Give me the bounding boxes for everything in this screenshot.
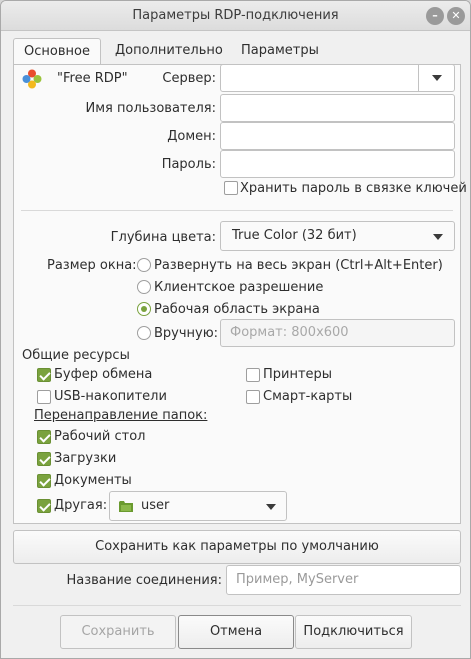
clipboard-checkbox[interactable] <box>37 368 51 382</box>
smartcards-label[interactable]: Смарт-карты <box>263 389 352 404</box>
server-combo[interactable] <box>220 64 455 92</box>
close-button[interactable]: ✕ <box>447 7 465 25</box>
tab-advanced[interactable]: Дополнительно <box>105 38 233 65</box>
client-resolution-radio[interactable] <box>137 280 151 294</box>
connection-name-input[interactable]: Пример, MyServer <box>226 565 461 595</box>
cancel-button[interactable]: Отмена <box>178 615 294 649</box>
connection-name-label: Название соединения: <box>66 573 222 588</box>
minimize-button[interactable]: – <box>426 7 444 25</box>
shared-resources-heading: Общие ресурсы <box>22 348 130 363</box>
tab-bar: Основное Дополнительно Параметры произво… <box>13 38 461 84</box>
other-folder-value: user <box>141 498 170 513</box>
manual-size-radio[interactable] <box>137 326 151 340</box>
app-name: "Free RDP" <box>57 71 128 86</box>
window-size-label: Размер окна: <box>47 258 137 273</box>
save-as-default-button[interactable]: Сохранить как параметры по умолчанию <box>13 530 461 564</box>
manual-size-input[interactable]: Формат: 800x600 <box>220 319 455 347</box>
save-password-checkbox[interactable] <box>224 181 238 195</box>
rdp-settings-dialog: Параметры RDP-подключения – ✕ Основное Д… <box>0 0 471 659</box>
color-depth-label: Глубина цвета: <box>110 230 216 245</box>
tab-performance[interactable]: Параметры производительности <box>231 38 461 84</box>
usb-label[interactable]: USB-накопители <box>54 389 167 404</box>
separator <box>13 605 461 606</box>
save-button[interactable]: Сохранить <box>60 615 176 649</box>
folder-icon <box>119 501 133 512</box>
fullscreen-label[interactable]: Развернуть на весь экран (Ctrl+Alt+Enter… <box>154 258 443 273</box>
other-folder-checkbox[interactable] <box>37 499 51 513</box>
documents-label[interactable]: Документы <box>54 473 132 488</box>
other-folder-chooser[interactable]: user <box>109 491 287 521</box>
documents-checkbox[interactable] <box>37 474 51 488</box>
password-label: Пароль: <box>161 157 216 172</box>
desktop-label[interactable]: Рабочий стол <box>54 429 145 444</box>
downloads-checkbox[interactable] <box>37 452 51 466</box>
password-input[interactable] <box>220 150 455 178</box>
username-label: Имя пользователя: <box>85 101 216 116</box>
other-folder-label[interactable]: Другая: <box>54 498 107 513</box>
color-depth-dropdown[interactable]: True Color (32 бит) <box>220 221 455 251</box>
connect-button[interactable]: Подключиться <box>295 615 412 649</box>
fullscreen-radio[interactable] <box>137 258 151 272</box>
smartcards-checkbox[interactable] <box>246 390 260 404</box>
chevron-down-icon <box>266 504 276 510</box>
workarea-radio[interactable] <box>137 302 151 316</box>
client-resolution-label[interactable]: Клиентское разрешение <box>154 280 323 295</box>
chevron-down-icon <box>433 234 443 240</box>
usb-checkbox[interactable] <box>37 390 51 404</box>
desktop-checkbox[interactable] <box>37 430 51 444</box>
printers-label[interactable]: Принтеры <box>263 367 332 382</box>
domain-input[interactable] <box>220 122 455 150</box>
server-label: Сервер: <box>162 71 216 86</box>
chevron-down-icon <box>432 75 442 81</box>
username-input[interactable] <box>220 94 455 122</box>
color-depth-value: True Color (32 бит) <box>232 228 357 243</box>
domain-label: Домен: <box>167 129 216 144</box>
clipboard-label[interactable]: Буфер обмена <box>54 367 152 382</box>
folder-redirect-heading: Перенаправление папок: <box>34 408 208 423</box>
workarea-label[interactable]: Рабочая область экрана <box>154 302 320 317</box>
manual-size-label[interactable]: Вручную: <box>154 326 218 341</box>
printers-checkbox[interactable] <box>246 368 260 382</box>
separator <box>21 210 453 211</box>
save-password-label[interactable]: Хранить пароль в связке ключей <box>240 181 467 196</box>
downloads-label[interactable]: Загрузки <box>54 451 116 466</box>
titlebar: Параметры RDP-подключения – ✕ <box>1 1 470 31</box>
freerdp-logo-icon <box>22 69 42 89</box>
window-title: Параметры RDP-подключения <box>132 8 339 23</box>
tab-basic[interactable]: Основное <box>13 38 101 66</box>
server-dropdown-button[interactable] <box>418 65 454 91</box>
